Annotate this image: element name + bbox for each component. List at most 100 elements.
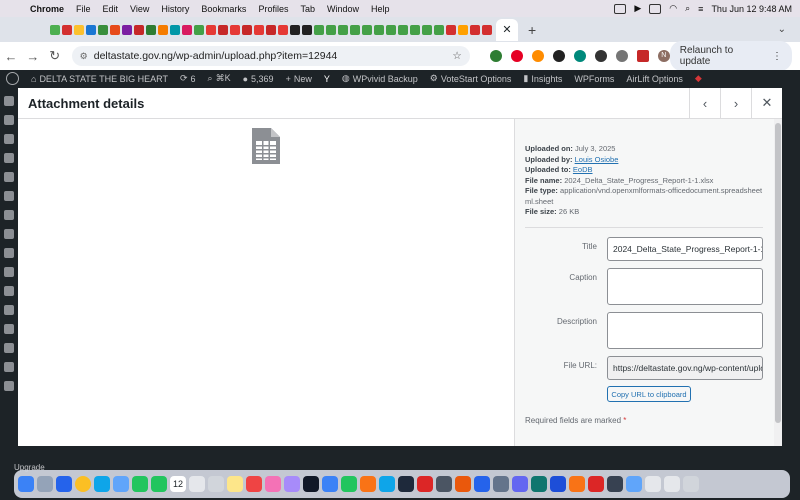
menu-icon[interactable] [4,305,14,315]
freeform-icon[interactable] [284,476,300,492]
copy-url-button[interactable]: Copy URL to clipboard [607,386,691,402]
word-icon[interactable] [550,476,566,492]
pages-icon[interactable] [360,476,376,492]
menu-icon[interactable] [4,324,14,334]
profile-avatar[interactable]: N [657,50,670,62]
more-menu-icon[interactable]: ⋮ [772,51,782,62]
menu-icon[interactable] [4,229,14,239]
control-center-icon[interactable]: ≡ [698,4,703,14]
menu-bookmarks[interactable]: Bookmarks [195,4,252,14]
menu-window[interactable]: Window [321,4,365,14]
menu-app-name[interactable]: Chrome [24,4,70,14]
app-icon[interactable] [493,476,509,492]
menu-clock[interactable]: Thu Jun 12 9:48 AM [711,4,792,14]
app-icon[interactable] [436,476,452,492]
finder-icon[interactable] [18,476,34,492]
tab-favicon[interactable] [302,24,312,35]
play-icon[interactable]: ▶ [634,3,641,14]
window-thumbnail[interactable] [664,476,680,492]
app-icon[interactable] [417,476,433,492]
tab-favicon[interactable] [218,24,228,35]
tab-favicon[interactable] [62,24,72,35]
contacts-icon[interactable] [208,476,224,492]
app-icon[interactable] [569,476,585,492]
extension-icon[interactable] [531,50,544,62]
bookmark-star-icon[interactable]: ☆ [452,50,461,62]
app-store-icon[interactable] [113,476,129,492]
tab-favicon[interactable] [86,24,96,35]
new-tab-button[interactable]: + [528,22,536,38]
menu-view[interactable]: View [124,4,155,14]
tab-favicon[interactable] [158,24,168,35]
tab-favicon[interactable] [434,24,444,35]
puzzle-icon[interactable] [615,50,628,62]
tab-favicon[interactable] [410,24,420,35]
tab-favicon[interactable] [446,24,456,35]
download-extension-icon[interactable] [489,50,502,62]
extension-icon[interactable] [573,50,586,62]
reminders-icon[interactable] [189,476,205,492]
menu-file[interactable]: File [70,4,97,14]
tab-favicon[interactable] [266,24,276,35]
menu-icon[interactable] [4,191,14,201]
menu-icon[interactable] [4,210,14,220]
menu-tab[interactable]: Tab [294,4,321,14]
wps-office-icon[interactable] [455,476,471,492]
tab-favicon[interactable] [146,24,156,35]
tools-icon[interactable] [4,115,14,125]
apple-tv-icon[interactable] [303,476,319,492]
menu-icon[interactable] [4,381,14,391]
menu-icon[interactable] [4,267,14,277]
caption-textarea[interactable] [607,268,763,305]
menu-history[interactable]: History [155,4,195,14]
tab-favicon[interactable] [362,24,372,35]
extension-icon[interactable] [594,50,607,62]
window-thumbnail[interactable] [645,476,661,492]
next-button[interactable]: › [720,88,751,118]
previous-button[interactable]: ‹ [689,88,720,118]
app-icon[interactable] [512,476,528,492]
tab-favicon[interactable] [398,24,408,35]
url-text[interactable]: deltastate.gov.ng/wp-admin/upload.php?it… [94,50,338,62]
tab-favicon[interactable] [326,24,336,35]
tab-favicon[interactable] [230,24,240,35]
votestart-link[interactable]: ⚙ VoteStart Options [424,73,518,84]
updates-link[interactable]: ⟳ 6 [174,73,202,84]
wpforms-link[interactable]: WPForms [568,74,620,84]
tab-favicon[interactable] [254,24,264,35]
keynote-icon[interactable] [322,476,338,492]
menu-icon[interactable] [4,153,14,163]
new-content-link[interactable]: + New [280,74,318,84]
extension-icon[interactable] [552,50,565,62]
tab-favicon[interactable] [50,24,60,35]
forward-button[interactable]: → [22,49,44,64]
close-icon[interactable]: ✕ [502,23,511,36]
tab-favicon[interactable] [110,24,120,35]
reload-button[interactable]: ↻ [44,48,66,64]
menu-icon[interactable] [4,286,14,296]
uploaded-by-link[interactable]: Louis Osiobe [575,155,619,164]
menu-edit[interactable]: Edit [97,4,125,14]
uploaded-to-link[interactable]: EoDB [573,165,593,174]
app-icon[interactable] [474,476,490,492]
safari-icon[interactable] [94,476,110,492]
tab-favicon[interactable] [98,24,108,35]
trash-icon[interactable] [683,476,699,492]
scrollbar-thumb[interactable] [775,123,781,423]
tab-favicon[interactable] [278,24,288,35]
file-url-input[interactable]: https://deltastate.gov.ng/wp-content/upl… [607,356,763,380]
notes-icon[interactable] [227,476,243,492]
airlift-link[interactable]: AirLift Options [620,74,689,84]
menu-icon[interactable] [4,134,14,144]
menu-icon[interactable] [4,343,14,353]
app-icon[interactable] [607,476,623,492]
battery-icon[interactable] [649,3,662,14]
tab-favicon[interactable] [386,24,396,35]
address-bar[interactable]: ⚙ deltastate.gov.ng/wp-admin/upload.php?… [71,46,470,66]
menu-profiles[interactable]: Profiles [252,4,294,14]
photos-icon[interactable] [265,476,281,492]
tab-favicon[interactable] [122,24,132,35]
news-icon[interactable] [246,476,262,492]
yoast-menu-icon[interactable] [4,172,14,182]
menu-help[interactable]: Help [365,4,396,14]
